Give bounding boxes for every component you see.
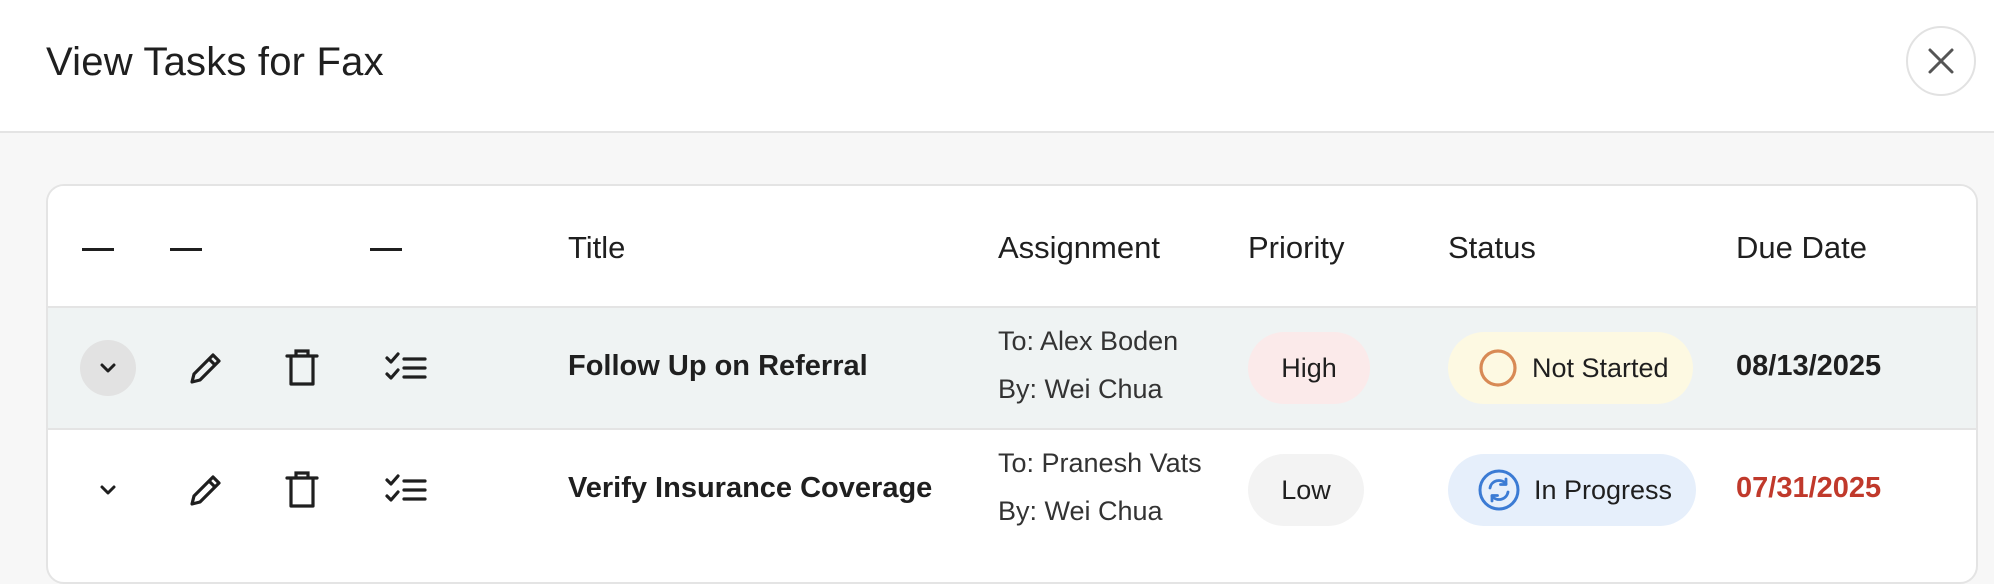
due-date: 08/13/2025 <box>1736 350 1882 382</box>
edit-task-button[interactable] <box>182 344 230 392</box>
column-header-edit <box>170 248 202 251</box>
column-header-due-date[interactable]: Due Date <box>1736 230 1867 266</box>
chevron-down-icon <box>100 485 116 495</box>
dialog-title: View Tasks for Fax <box>46 40 384 84</box>
table-header: Title Assignment Priority Status Due Dat… <box>48 186 1976 308</box>
delete-task-button[interactable] <box>278 344 326 392</box>
edit-task-button[interactable] <box>182 466 230 514</box>
priority-badge: High <box>1248 332 1370 404</box>
status-badge[interactable]: Not Started <box>1448 332 1693 404</box>
close-button[interactable] <box>1906 26 1976 96</box>
trash-icon <box>285 349 319 386</box>
task-checklist-button[interactable] <box>382 466 430 514</box>
assigned-by: By: Wei Chua <box>998 496 1163 526</box>
priority-label: High <box>1281 352 1337 383</box>
table-row: Verify Insurance Coverage To: Pranesh Va… <box>48 430 1976 552</box>
checklist-icon <box>385 474 427 502</box>
expand-row-button[interactable] <box>80 340 136 396</box>
priority-badge: Low <box>1248 454 1364 526</box>
expand-row-button[interactable] <box>80 462 136 518</box>
dialog-header: View Tasks for Fax <box>0 0 1994 133</box>
status-label: In Progress <box>1534 474 1673 505</box>
priority-label: Low <box>1281 474 1331 505</box>
task-checklist-button[interactable] <box>382 344 430 392</box>
close-icon <box>1928 48 1954 74</box>
pencil-icon <box>190 475 221 506</box>
column-header-status[interactable]: Status <box>1448 230 1536 266</box>
due-date-overdue: 07/31/2025 <box>1736 472 1882 504</box>
tasks-table: Title Assignment Priority Status Due Dat… <box>46 184 1978 584</box>
checklist-icon <box>385 352 427 380</box>
pencil-icon <box>190 353 221 384</box>
delete-task-button[interactable] <box>278 466 326 514</box>
sync-icon <box>1478 469 1520 511</box>
column-header-assignment[interactable]: Assignment <box>998 230 1160 266</box>
status-label: Not Started <box>1532 352 1669 383</box>
column-header-actions <box>370 248 402 251</box>
task-title[interactable]: Verify Insurance Coverage <box>568 472 932 505</box>
assigned-to: To: Alex Boden <box>998 326 1179 356</box>
task-title[interactable]: Follow Up on Referral <box>568 350 868 383</box>
assigned-by: By: Wei Chua <box>998 374 1163 404</box>
column-header-priority[interactable]: Priority <box>1248 230 1344 266</box>
status-badge[interactable]: In Progress <box>1448 454 1697 526</box>
table-row: Follow Up on Referral To: Alex Boden By:… <box>48 308 1976 430</box>
column-header-title[interactable]: Title <box>568 230 625 266</box>
circle-outline-icon <box>1479 349 1517 387</box>
assigned-to: To: Pranesh Vats <box>998 448 1202 478</box>
chevron-down-icon <box>100 363 116 373</box>
trash-icon <box>285 471 319 508</box>
column-header-expand <box>82 248 114 251</box>
